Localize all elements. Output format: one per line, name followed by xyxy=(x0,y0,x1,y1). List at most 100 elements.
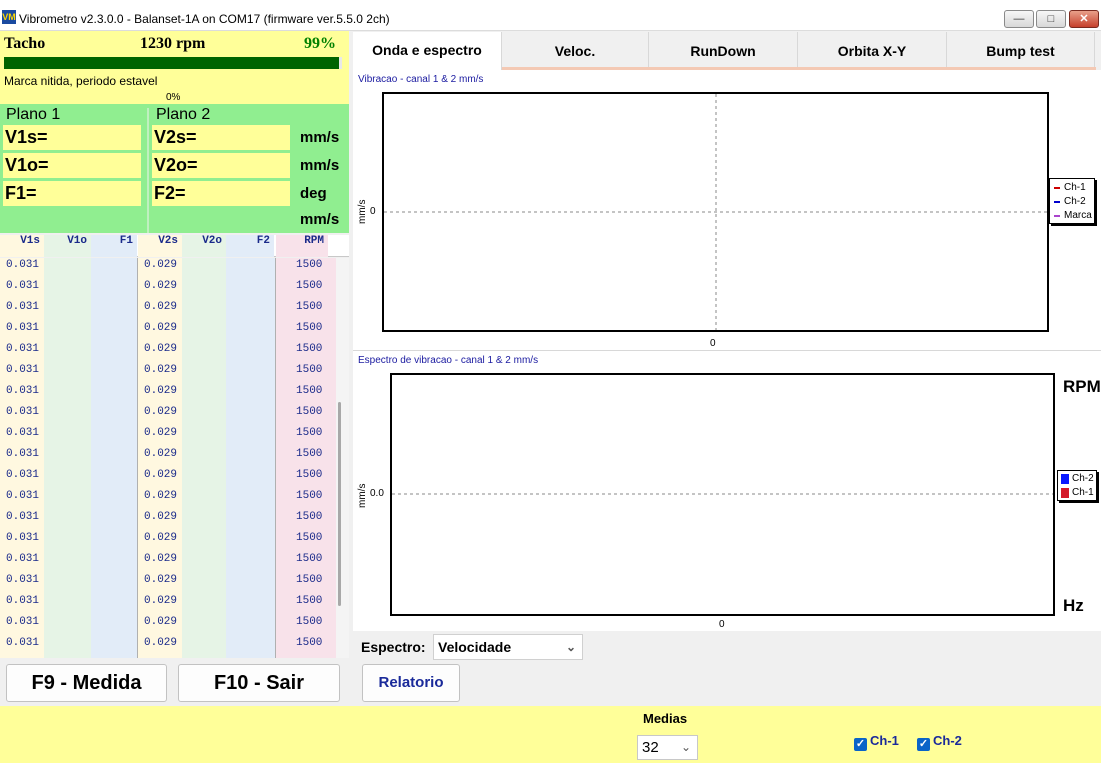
minimize-button[interactable]: — xyxy=(1004,10,1034,28)
plane-divider xyxy=(147,108,149,233)
legend-ch2-swatch xyxy=(1061,474,1069,484)
table-row[interactable]: 0.031 0.029 1500 xyxy=(0,406,336,427)
ch1-checkbox[interactable]: ✓ Ch-1 xyxy=(854,733,899,751)
table-row[interactable]: 0.031 0.029 1500 xyxy=(0,364,336,385)
table-scrollbar[interactable] xyxy=(336,258,349,658)
cell-v2s: 0.029 xyxy=(144,637,178,649)
cell-v1s: 0.031 xyxy=(6,280,40,292)
spectrum-grid xyxy=(392,493,1053,495)
cell-v2s: 0.029 xyxy=(144,259,178,271)
chart-separator xyxy=(353,350,1101,351)
tab-onda-espectro[interactable]: Onda e espectro xyxy=(353,32,502,70)
plane1-title: Plano 1 xyxy=(6,106,61,123)
table-row[interactable]: 0.031 0.029 1500 xyxy=(0,595,336,616)
spectrum-hz-label: Hz xyxy=(1063,596,1084,615)
cell-v1s: 0.031 xyxy=(6,616,40,628)
cell-v2s: 0.029 xyxy=(144,322,178,334)
cell-v1s: 0.031 xyxy=(6,343,40,355)
medias-value: 32 xyxy=(642,739,659,756)
cell-rpm: 1500 xyxy=(296,280,323,292)
exit-button[interactable]: F10 - Sair xyxy=(178,664,340,702)
cell-v1s: 0.031 xyxy=(6,364,40,376)
unit-label: deg xyxy=(300,185,327,202)
tab-veloc[interactable]: Veloc. xyxy=(502,32,649,70)
f2-field: F2= xyxy=(152,181,290,206)
close-button[interactable]: ✕ xyxy=(1069,10,1099,28)
tacho-progress-fill xyxy=(4,57,339,69)
tacho-label: Tacho xyxy=(4,35,46,52)
maximize-button[interactable]: □ xyxy=(1036,10,1066,28)
table-row[interactable]: 0.031 0.029 1500 xyxy=(0,343,336,364)
legend-item-ch2: Ch-2 xyxy=(1058,472,1096,486)
cell-v1s: 0.031 xyxy=(6,427,40,439)
table-row[interactable]: 0.031 0.029 1500 xyxy=(0,322,336,343)
table-row[interactable]: 0.031 0.029 1500 xyxy=(0,427,336,448)
table-row[interactable]: 0.031 0.029 1500 xyxy=(0,574,336,595)
waveform-legend: Ch-1 Ch-2 Marca xyxy=(1049,178,1095,224)
spectrum-y-axis-label: mm/s xyxy=(357,483,368,508)
checkmark-icon: ✓ xyxy=(854,738,867,751)
table-row[interactable]: 0.031 0.029 1500 xyxy=(0,280,336,301)
chevron-down-icon: ⌄ xyxy=(680,740,691,754)
legend-item-ch2: Ch-2 xyxy=(1050,195,1094,209)
spectrum-type-select[interactable]: Velocidade ⌄ xyxy=(433,634,583,660)
cell-v1s: 0.031 xyxy=(6,490,40,502)
spectrum-chart-title: Espectro de vibracao - canal 1 & 2 mm/s xyxy=(358,355,539,366)
table-row[interactable]: 0.031 0.029 1500 xyxy=(0,385,336,406)
legend-ch1-swatch xyxy=(1061,488,1069,498)
planes-panel: Plano 1 Plano 2 V1s= V2s= mm/s V1o= V2o=… xyxy=(0,104,349,233)
table-row[interactable]: 0.031 0.029 1500 xyxy=(0,532,336,553)
ch2-checkbox[interactable]: ✓ Ch-2 xyxy=(917,733,962,751)
table-row[interactable]: 0.031 0.029 1500 xyxy=(0,469,336,490)
spectrum-rpm-label: RPM xyxy=(1063,377,1101,396)
col-header-f1[interactable]: F1 xyxy=(91,235,137,257)
medias-select[interactable]: 32 ⌄ xyxy=(637,735,698,760)
waveform-x-tick: 0 xyxy=(710,338,716,349)
report-button[interactable]: Relatorio xyxy=(362,664,460,702)
measure-button[interactable]: F9 - Medida xyxy=(6,664,167,702)
spectrum-plot[interactable] xyxy=(390,373,1055,616)
v2s-field: V2s= xyxy=(152,125,290,150)
table-row[interactable]: 0.031 0.029 1500 xyxy=(0,448,336,469)
cell-v2s: 0.029 xyxy=(144,574,178,586)
legend-item-ch1: Ch-1 xyxy=(1050,181,1094,195)
col-header-v1s[interactable]: V1s xyxy=(0,235,44,257)
minimize-icon: — xyxy=(1013,13,1025,25)
tab-bump-test[interactable]: Bump test xyxy=(947,32,1095,70)
cell-rpm: 1500 xyxy=(296,553,323,565)
spectrum-label: Espectro: xyxy=(361,639,426,655)
cell-v2s: 0.029 xyxy=(144,553,178,565)
tab-rundown[interactable]: RunDown xyxy=(649,32,798,70)
cell-v1s: 0.031 xyxy=(6,406,40,418)
medias-label: Medias xyxy=(643,711,688,726)
table-scroll-thumb[interactable] xyxy=(338,402,341,606)
table-row[interactable]: 0.031 0.029 1500 xyxy=(0,637,336,658)
col-header-rpm[interactable]: RPM xyxy=(276,235,328,257)
col-header-v2s[interactable]: V2s xyxy=(138,235,182,257)
spectrum-legend: Ch-2 Ch-1 xyxy=(1057,470,1097,501)
cell-rpm: 1500 xyxy=(296,532,323,544)
tab-bar: Onda e espectro Veloc. RunDown Orbita X-… xyxy=(353,32,1095,70)
cell-rpm: 1500 xyxy=(296,490,323,502)
tacho-progress-bar xyxy=(4,57,342,69)
tab-orbita[interactable]: Orbita X-Y xyxy=(798,32,947,70)
cell-v1s: 0.031 xyxy=(6,448,40,460)
table-row[interactable]: 0.031 0.029 1500 xyxy=(0,616,336,637)
close-icon: ✕ xyxy=(1079,13,1089,25)
table-row[interactable]: 0.031 0.029 1500 xyxy=(0,490,336,511)
col-header-v1o[interactable]: V1o xyxy=(44,235,91,257)
ch1-checkbox-label: Ch-1 xyxy=(870,733,899,748)
col-header-v2o[interactable]: V2o xyxy=(182,235,226,257)
cell-rpm: 1500 xyxy=(296,637,323,649)
table-row[interactable]: 0.031 0.029 1500 xyxy=(0,301,336,322)
table-row[interactable]: 0.031 0.029 1500 xyxy=(0,259,336,280)
unit-label: mm/s xyxy=(300,157,340,174)
plane2-title: Plano 2 xyxy=(156,106,211,123)
table-row[interactable]: 0.031 0.029 1500 xyxy=(0,511,336,532)
tacho-panel: Tacho 1230 rpm 99% Marca nitida, periodo… xyxy=(0,31,349,104)
cell-v1s: 0.031 xyxy=(6,553,40,565)
col-header-f2[interactable]: F2 xyxy=(226,235,274,257)
legend-ch1-swatch xyxy=(1054,187,1060,189)
table-row[interactable]: 0.031 0.029 1500 xyxy=(0,553,336,574)
waveform-plot[interactable] xyxy=(382,92,1049,332)
